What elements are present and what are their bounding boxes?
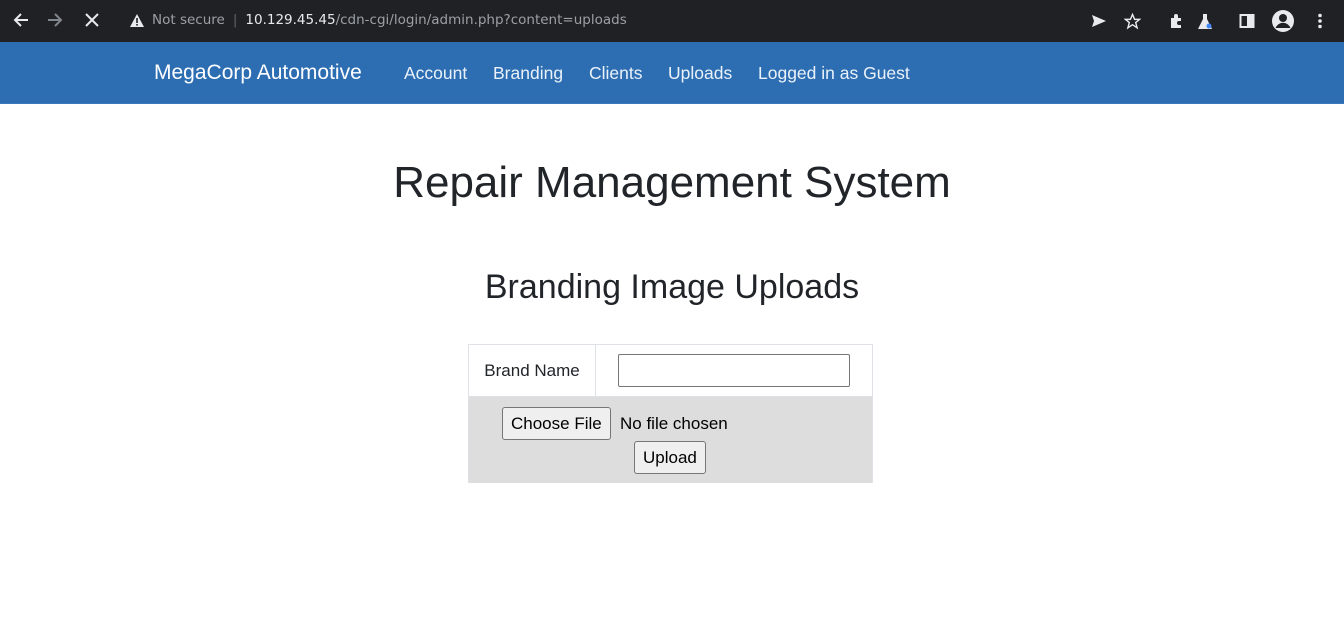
section-title: Branding Image Uploads — [484, 268, 860, 306]
stop-icon[interactable] — [80, 8, 104, 32]
browser-chrome: Not secure | 10.129.45.45 /cdn-cgi/login… — [0, 0, 1344, 42]
address-separator: | — [232, 12, 238, 28]
file-status-text: No file chosen — [620, 414, 728, 433]
url-host: 10.129.45.45 — [245, 12, 336, 28]
warning-icon — [128, 11, 146, 29]
security-label: Not secure — [152, 12, 225, 28]
url-path: /cdn-cgi/login/admin.php?content=uploads — [335, 12, 627, 28]
labs-icon[interactable] — [1190, 6, 1220, 36]
star-icon[interactable] — [1117, 6, 1147, 36]
page-title: Repair Management System — [393, 158, 951, 207]
brand-name-row: Brand Name — [469, 345, 872, 397]
side-panel-icon[interactable] — [1232, 6, 1262, 36]
upload-form-table: Brand Name Choose File No file chosen Up… — [468, 344, 873, 483]
menu-icon[interactable] — [1305, 6, 1335, 36]
profile-icon[interactable] — [1268, 6, 1298, 36]
brand-name-label: Brand Name — [469, 345, 596, 396]
nav-item-clients[interactable]: Clients — [589, 63, 643, 84]
extensions-icon[interactable] — [1161, 6, 1191, 36]
share-icon[interactable] — [1084, 6, 1114, 36]
back-arrow-icon[interactable] — [9, 8, 33, 32]
upload-button[interactable]: Upload — [634, 441, 706, 474]
nav-item-account[interactable]: Account — [404, 63, 467, 84]
nav-item-logged-in-user[interactable]: Logged in as Guest — [758, 63, 910, 84]
nav-item-branding[interactable]: Branding — [493, 63, 563, 84]
forward-arrow-icon[interactable] — [43, 8, 67, 32]
address-bar[interactable]: Not secure | 10.129.45.45 /cdn-cgi/login… — [118, 5, 1148, 35]
navbar-brand[interactable]: MegaCorp Automotive — [154, 61, 362, 85]
file-upload-row: Choose File No file chosen Upload — [469, 397, 872, 483]
nav-item-uploads[interactable]: Uploads — [668, 63, 732, 84]
choose-file-button[interactable]: Choose File — [502, 407, 611, 440]
brand-name-input[interactable] — [618, 354, 850, 387]
site-navbar: MegaCorp Automotive Account Branding Cli… — [0, 42, 1344, 104]
